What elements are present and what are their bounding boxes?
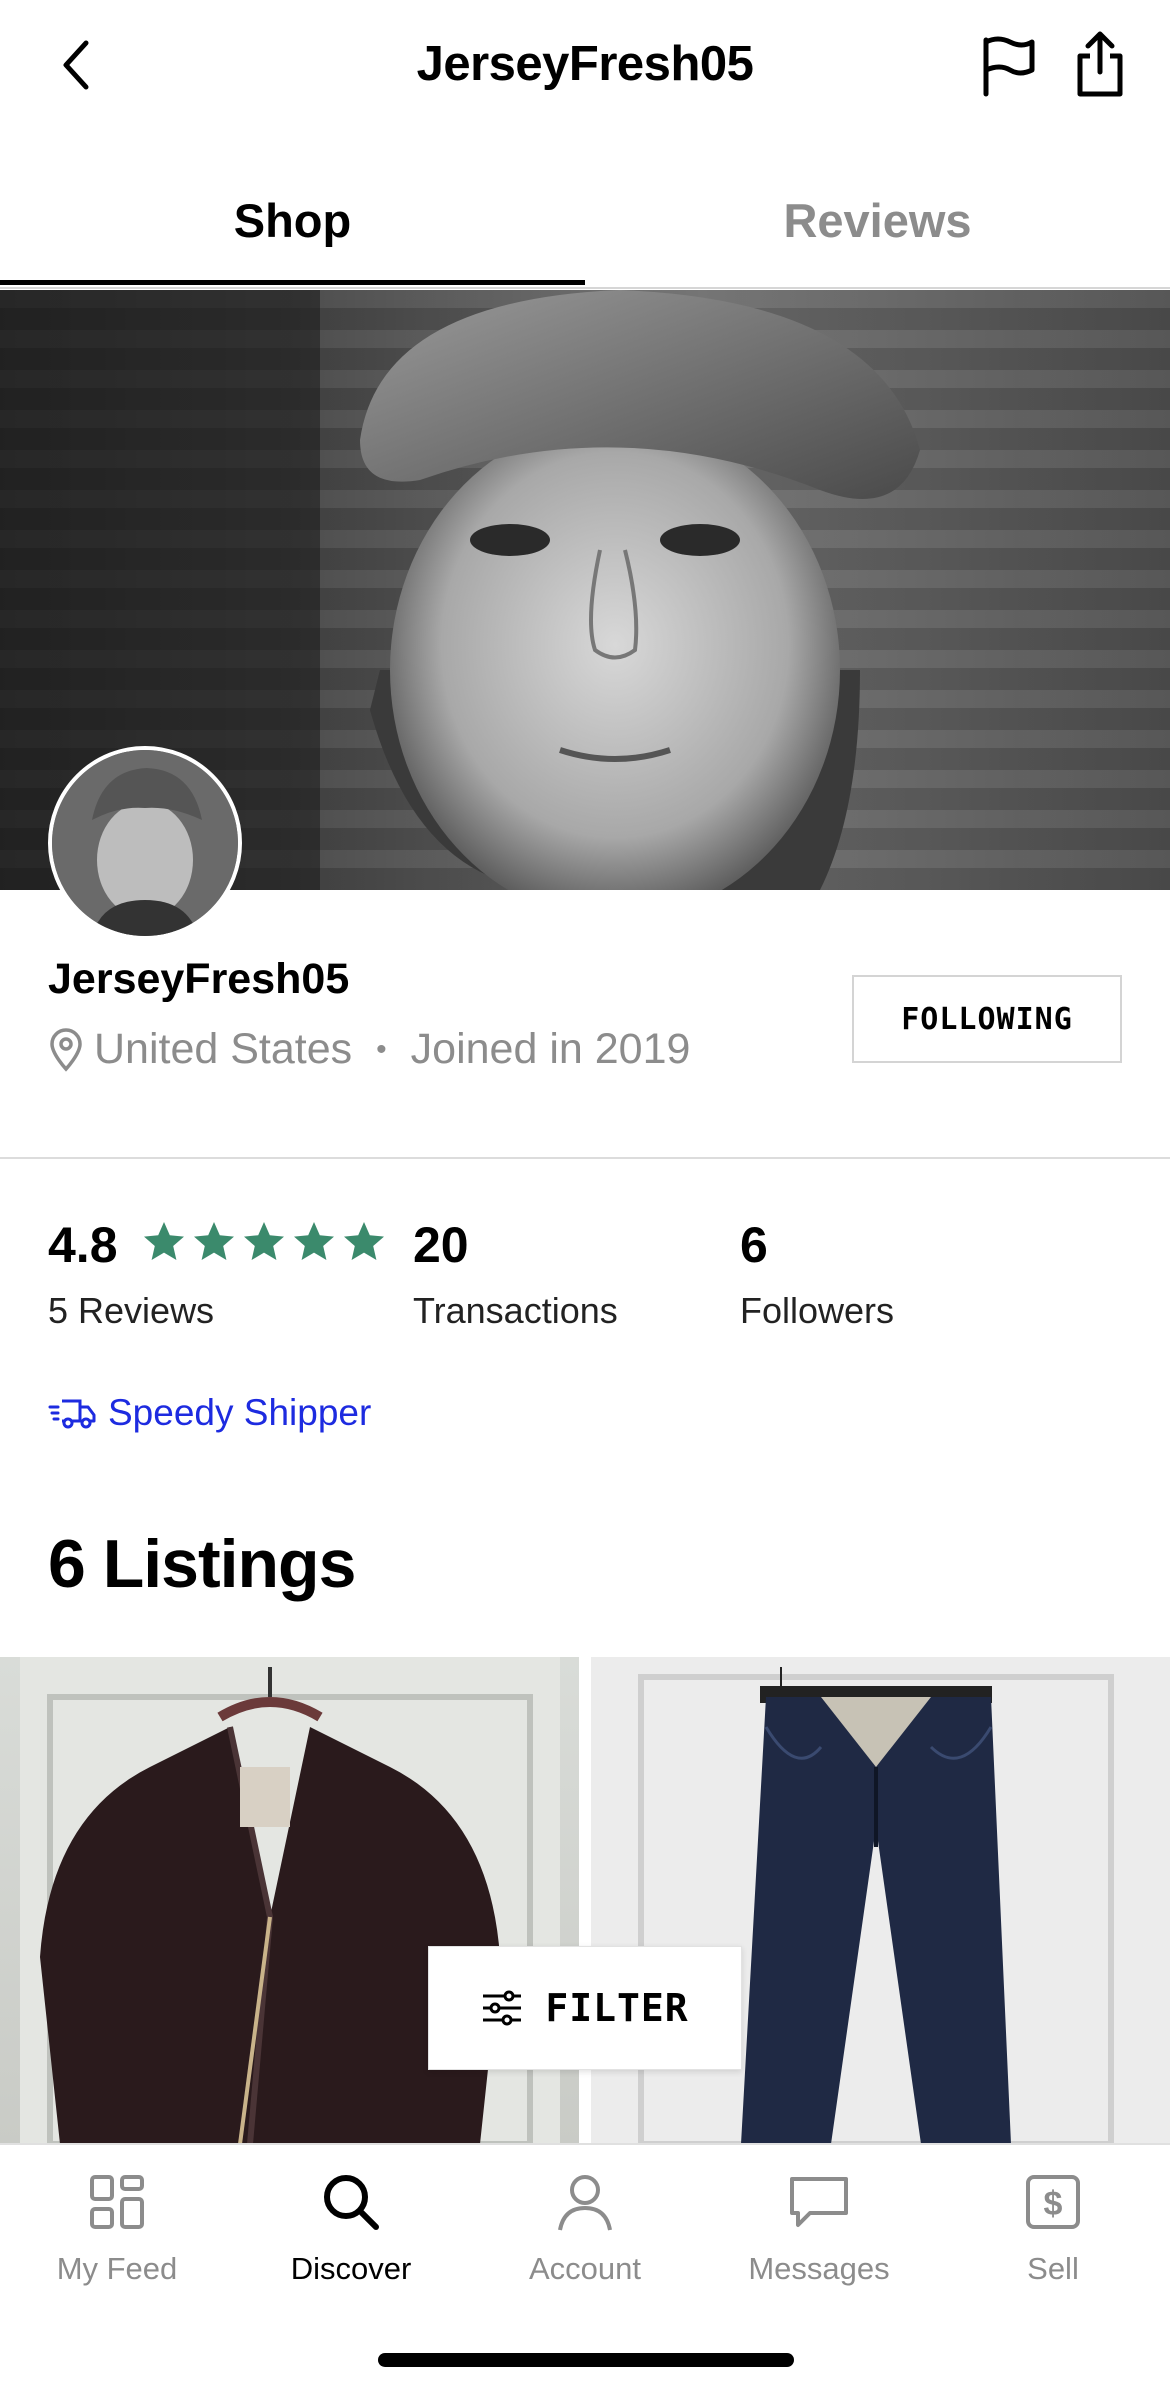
divider [0, 1157, 1170, 1159]
avatar[interactable] [48, 746, 242, 940]
rating-value: 4.8 [48, 1217, 118, 1273]
nav-account[interactable]: Account [468, 2167, 702, 2287]
star-icon [194, 1222, 234, 1260]
dollar-icon: $ [1026, 2175, 1080, 2229]
badge-label: Speedy Shipper [108, 1392, 372, 1433]
listings-heading: 6 Listings [48, 1526, 356, 1602]
star-icon [294, 1222, 334, 1260]
nav-sell[interactable]: $ Sell [936, 2167, 1170, 2287]
separator-dot: • [376, 1032, 387, 1066]
speedy-shipper-badge[interactable]: Speedy Shipper [48, 1392, 371, 1434]
rating-stars [140, 1218, 388, 1266]
sliders-icon [483, 1990, 522, 2026]
nav-label: My Feed [56, 2251, 178, 2286]
star-icon [144, 1222, 184, 1260]
transactions-label: Transactions [413, 1290, 618, 1331]
nav-label: Discover [290, 2251, 412, 2286]
home-indicator [378, 2353, 794, 2367]
flag-icon [983, 36, 1035, 97]
report-button[interactable] [980, 36, 1036, 98]
listing-card[interactable] [0, 1657, 579, 2144]
star-icon [344, 1222, 384, 1260]
grid-icon [90, 2175, 144, 2229]
seller-name: JerseyFresh05 [48, 955, 350, 1003]
search-icon [324, 2175, 379, 2230]
nav-my-feed[interactable]: My Feed [0, 2167, 234, 2287]
seller-joined: Joined in 2019 [410, 1025, 691, 1073]
svg-text:$: $ [1044, 2185, 1063, 2223]
followers-value: 6 [740, 1217, 768, 1273]
person-icon [558, 2175, 612, 2231]
following-button[interactable]: FOLLOWING [852, 975, 1122, 1063]
tab-shop[interactable]: Shop [0, 155, 585, 285]
nav-discover[interactable]: Discover [234, 2167, 468, 2287]
filter-label: FILTER [545, 1986, 689, 2030]
tab-divider [0, 287, 1170, 289]
seller-location: United States [94, 1025, 353, 1073]
star-icon [244, 1222, 284, 1260]
nav-label: Sell [1027, 2251, 1079, 2286]
followers-label[interactable]: Followers [740, 1290, 894, 1332]
tab-reviews[interactable]: Reviews [585, 155, 1170, 285]
filter-button[interactable]: FILTER [428, 1946, 742, 2070]
seller-meta: United States • Joined in 2019 [48, 1025, 690, 1074]
nav-label: Account [528, 2251, 641, 2286]
profile-tabs: Shop Reviews [0, 155, 1170, 290]
share-button[interactable] [1072, 30, 1128, 100]
active-tab-indicator [0, 280, 585, 285]
reviews-count[interactable]: 5 Reviews [48, 1290, 214, 1332]
nav-label: Messages [748, 2251, 890, 2286]
delivery-truck-icon [48, 1399, 96, 1429]
share-icon [1077, 31, 1123, 97]
nav-messages[interactable]: Messages [702, 2167, 936, 2287]
listing-card[interactable] [591, 1657, 1170, 2144]
transactions-value: 20 [413, 1217, 469, 1273]
chat-bubble-icon [790, 2177, 848, 2227]
location-pin-icon [50, 1027, 82, 1072]
top-bar: JerseyFresh05 [0, 0, 1170, 135]
